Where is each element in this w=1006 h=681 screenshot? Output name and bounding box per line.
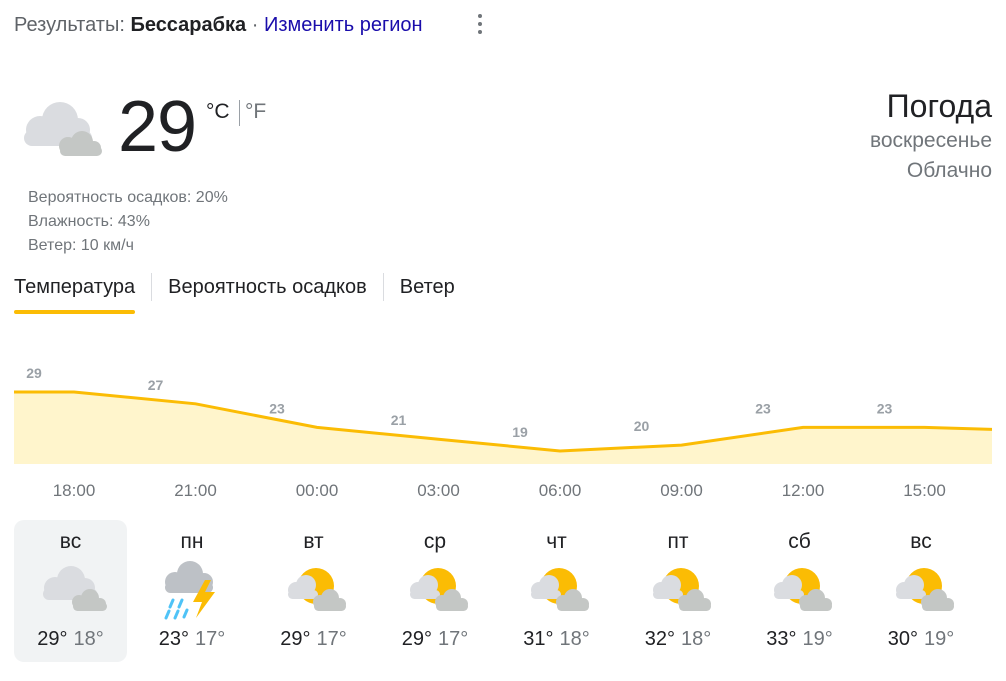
forecast-day[interactable]: вт 29° 17° bbox=[257, 520, 370, 662]
time-label: 06:00 bbox=[538, 481, 582, 500]
forecast-day[interactable]: пн 23° 17° bbox=[136, 520, 249, 662]
high-temp: 29° bbox=[37, 628, 68, 650]
high-temp: 30° bbox=[887, 628, 918, 650]
time-label: 09:00 bbox=[660, 481, 703, 500]
separator: · bbox=[251, 14, 259, 36]
low-temp: 17° bbox=[438, 628, 469, 650]
time-label: 12:00 bbox=[781, 481, 825, 500]
daily-forecast: вс 29° 18° пн 23° 17° вт 29° 17° ср 29° 17° чт 31° 18°… bbox=[14, 520, 992, 662]
temperature-label: 20 bbox=[634, 418, 650, 434]
high-temp: 31° bbox=[523, 628, 554, 650]
day-name: сб bbox=[788, 530, 811, 553]
forecast-day[interactable]: ср 29° 17° bbox=[379, 520, 492, 662]
high-temp: 33° bbox=[766, 628, 797, 650]
time-label: 15:00 bbox=[903, 481, 946, 500]
day-name: чт bbox=[546, 530, 567, 553]
partly-cloudy-icon bbox=[531, 568, 589, 611]
tab-wind[interactable]: Ветер bbox=[400, 270, 455, 316]
results-label: Результаты: bbox=[14, 14, 125, 36]
wind-speed: Ветер: 10 км/ч bbox=[28, 237, 134, 254]
partly-cloudy-icon bbox=[652, 568, 711, 611]
chart-tabs: Температура Вероятность осадков Ветер bbox=[14, 270, 455, 316]
cloudy-icon bbox=[24, 102, 102, 156]
temperature-label: 19 bbox=[512, 424, 528, 440]
partly-cloudy-icon bbox=[774, 568, 832, 611]
low-temp: 17° bbox=[316, 628, 347, 650]
temperature-label: 21 bbox=[391, 412, 407, 428]
partly-cloudy-icon bbox=[895, 568, 954, 611]
low-temp: 18° bbox=[73, 628, 104, 650]
page-title: Погода bbox=[886, 88, 992, 124]
forecast-day[interactable]: вс 30° 19° bbox=[865, 520, 978, 662]
high-temp: 23° bbox=[158, 628, 189, 650]
precipitation-chance: Вероятность осадков: 20% bbox=[28, 189, 228, 206]
humidity: Влажность: 43% bbox=[28, 213, 150, 230]
tab-divider bbox=[382, 273, 384, 301]
current-temperature: 29 bbox=[118, 87, 197, 167]
temperature-label: 27 bbox=[148, 377, 164, 393]
time-label: 18:00 bbox=[52, 481, 96, 500]
tab-precipitation[interactable]: Вероятность осадков bbox=[168, 270, 367, 316]
high-temp: 29° bbox=[401, 628, 432, 650]
high-temp: 29° bbox=[280, 628, 311, 650]
day-name: пт bbox=[667, 530, 689, 553]
thunderstorm-icon bbox=[164, 561, 215, 620]
low-temp: 18° bbox=[559, 628, 590, 650]
low-temp: 18° bbox=[681, 628, 712, 650]
unit-divider bbox=[239, 100, 240, 126]
time-axis: 18:00 21:00 00:00 03:00 06:00 09:00 12:00 15:00 bbox=[14, 481, 992, 505]
day-name: пн bbox=[180, 530, 204, 553]
tab-divider bbox=[151, 273, 153, 301]
temperature-label: 23 bbox=[877, 400, 893, 416]
forecast-day[interactable]: пт 32° 18° bbox=[622, 520, 735, 662]
temperature-label: 23 bbox=[755, 400, 771, 416]
day-temperatures: 29° 17° bbox=[379, 628, 492, 651]
cloudy-icon bbox=[43, 566, 107, 611]
tab-temperature[interactable]: Температура bbox=[14, 270, 136, 316]
location-name: Бессарабка bbox=[130, 14, 247, 36]
day-temperatures: 23° 17° bbox=[136, 628, 249, 651]
low-temp: 17° bbox=[195, 628, 226, 650]
change-region-link[interactable]: Изменить регион bbox=[264, 14, 423, 36]
more-options-icon[interactable] bbox=[470, 10, 490, 38]
day-temperatures: 33° 19° bbox=[743, 628, 856, 651]
time-label: 21:00 bbox=[174, 481, 217, 500]
day-name: вт bbox=[303, 530, 324, 553]
partly-cloudy-icon bbox=[409, 568, 468, 611]
current-condition: Облачно bbox=[906, 159, 992, 182]
day-name: ср bbox=[423, 530, 447, 553]
time-label: 03:00 bbox=[417, 481, 460, 500]
current-day: воскресенье bbox=[869, 129, 992, 152]
temperature-label: 23 bbox=[269, 400, 285, 416]
time-label: 00:00 bbox=[295, 481, 339, 500]
day-temperatures: 30° 19° bbox=[865, 628, 978, 651]
day-temperatures: 31° 18° bbox=[500, 628, 613, 651]
day-temperatures: 29° 18° bbox=[14, 628, 127, 651]
weather-details: Вероятность осадков: 20% Влажность: 43% … bbox=[28, 186, 228, 258]
day-temperatures: 29° 17° bbox=[257, 628, 370, 651]
results-bar: Результаты: Бессарабка · Изменить регион bbox=[14, 14, 423, 37]
day-name: вс bbox=[59, 530, 82, 553]
unit-fahrenheit[interactable]: °F bbox=[245, 100, 266, 124]
temperature-chart: 29 27 23 21 19 20 23 23 bbox=[14, 365, 992, 464]
day-temperatures: 32° 18° bbox=[622, 628, 735, 651]
unit-celsius[interactable]: °C bbox=[206, 100, 230, 124]
partly-cloudy-icon bbox=[288, 568, 346, 611]
low-temp: 19° bbox=[924, 628, 955, 650]
day-name: вс bbox=[910, 530, 932, 553]
temperature-label: 29 bbox=[26, 365, 42, 381]
weather-heading: Погода воскресенье Облачно bbox=[870, 86, 992, 186]
forecast-day[interactable]: сб 33° 19° bbox=[743, 520, 856, 662]
high-temp: 32° bbox=[644, 628, 675, 650]
forecast-day[interactable]: вс 29° 18° bbox=[14, 520, 127, 662]
forecast-day[interactable]: чт 31° 18° bbox=[500, 520, 613, 662]
low-temp: 19° bbox=[802, 628, 833, 650]
